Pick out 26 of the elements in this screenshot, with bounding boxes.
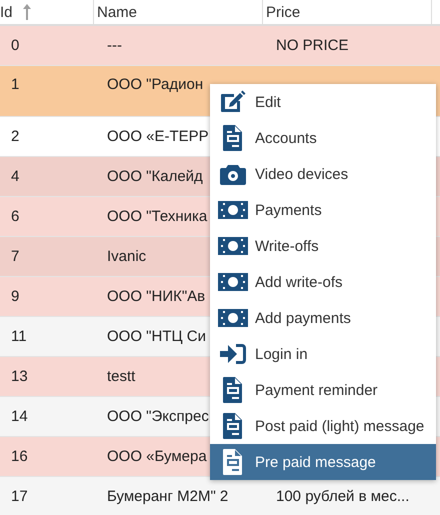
table-cell: 2 <box>11 128 20 145</box>
table-cell: 4 <box>11 168 20 185</box>
table-cell: ООО "НИК"Ав <box>107 288 206 305</box>
table-cell: NO PRICE <box>276 37 349 54</box>
table-cell: Бумеранг M2M" 2 <box>107 488 228 505</box>
table-cell: ООО "НТЦ Си <box>107 328 206 345</box>
table-cell: 1 <box>11 76 20 93</box>
table-cell: 9 <box>11 288 20 305</box>
table-cell: ООО «Бумера <box>107 448 207 465</box>
table-cell: ООО "Радион <box>107 76 204 93</box>
table-cell: ООО «Е-ТЕРР <box>107 128 209 145</box>
table-cell: --- <box>107 37 122 54</box>
table-cell: testt <box>107 368 136 385</box>
table-cell: 100 рублей в мес... <box>276 488 410 505</box>
table-cell: ООО "Калейд <box>107 168 203 185</box>
table-cell: ООО "Экспрес <box>107 408 209 425</box>
table-cell: 17 <box>11 488 28 505</box>
table-cell: 7 <box>11 248 20 265</box>
table-cell: 16 <box>11 448 28 465</box>
table-cell: 14 <box>11 408 28 425</box>
table-cell: Ivanic <box>107 248 146 265</box>
table-cell: 11 <box>11 328 27 345</box>
table-cell: 0 <box>11 37 20 54</box>
table-cell: 6 <box>11 208 20 225</box>
table-cell: 13 <box>11 368 28 385</box>
table-cell: ООО "Техника <box>107 208 208 225</box>
